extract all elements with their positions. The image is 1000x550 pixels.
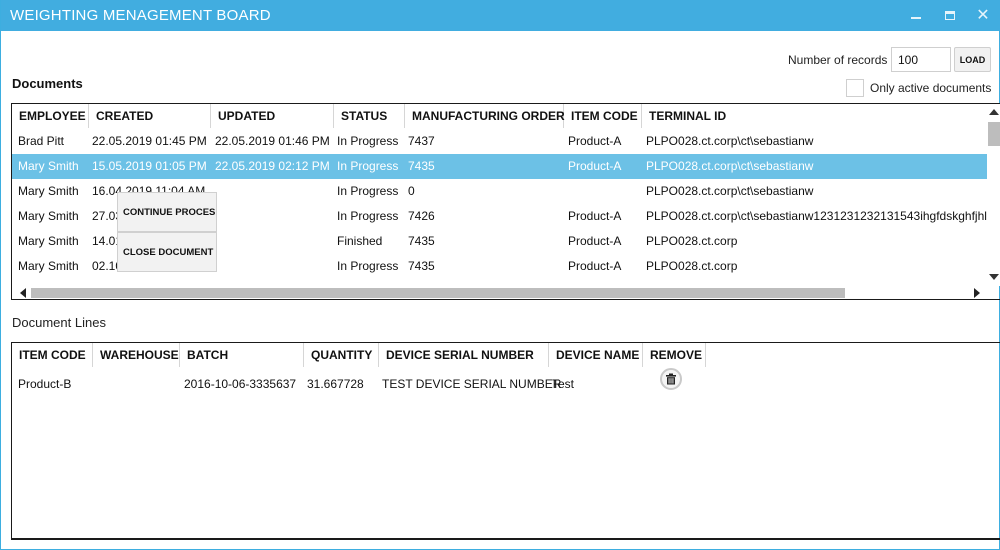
cell-status: In Progress	[337, 259, 399, 273]
column-header-status[interactable]: STATUS	[334, 104, 405, 128]
column-header-terminal-id[interactable]: TERMINAL ID	[642, 104, 942, 128]
maximize-icon	[945, 11, 955, 20]
scroll-up-arrow-icon[interactable]	[989, 109, 999, 115]
cell-order: 7426	[408, 209, 435, 223]
cell-status: In Progress	[337, 159, 399, 173]
documents-grid-header: EMPLOYEE CREATED UPDATED STATUS MANUFACT…	[12, 104, 987, 128]
records-input[interactable]	[891, 47, 951, 72]
load-button[interactable]: LOAD	[954, 47, 991, 72]
document-lines-grid: ITEM CODE WAREHOUSE BATCH QUANTITY DEVIC…	[11, 342, 1000, 540]
table-row[interactable]: Brad Pitt 22.05.2019 01:45 PM 22.05.2019…	[12, 129, 987, 154]
trash-icon	[666, 373, 676, 385]
column-header-updated[interactable]: UPDATED	[211, 104, 334, 128]
context-menu: CONTINUE PROCES CLOSE DOCUMENT	[117, 192, 217, 272]
vertical-scrollbar[interactable]	[987, 104, 1000, 286]
documents-heading: Documents	[12, 76, 83, 91]
cell-quantity: 31.667728	[307, 377, 364, 391]
column-header-created[interactable]: CREATED	[89, 104, 211, 128]
cell-status: In Progress	[337, 209, 399, 223]
title-bar[interactable]: WEIGHTING MENAGEMENT BOARD ✕	[1, 0, 1000, 31]
column-header-employee[interactable]: EMPLOYEE	[12, 104, 89, 128]
cell-employee: Mary Smith	[18, 234, 79, 248]
minimize-button[interactable]	[901, 0, 931, 31]
cell-employee: Mary Smith	[18, 259, 79, 273]
cell-status: Finished	[337, 234, 383, 248]
cell-order: 0	[408, 184, 415, 198]
column-header-remove[interactable]: REMOVE	[643, 343, 706, 367]
column-header-quantity[interactable]: QUANTITY	[304, 343, 379, 367]
cell-device-serial-number: TEST DEVICE SERIAL NUMBER	[382, 377, 562, 391]
column-header-device-name[interactable]: DEVICE NAME	[549, 343, 643, 367]
horizontal-scroll-thumb[interactable]	[31, 288, 845, 298]
cell-status: In Progress	[337, 134, 399, 148]
cell-order: 7435	[408, 159, 435, 173]
cell-device-name: Test	[552, 377, 575, 391]
cell-terminal-id: PLPO028.ct.corp	[646, 259, 738, 273]
cell-terminal-id: PLPO028.ct.corp	[646, 234, 738, 248]
document-lines-header: ITEM CODE WAREHOUSE BATCH QUANTITY DEVIC…	[12, 343, 1000, 367]
cell-item-code: Product-A	[568, 234, 622, 248]
cell-created: 15.05.2019 01:05 PM	[92, 159, 207, 173]
column-header-batch[interactable]: BATCH	[180, 343, 304, 367]
close-button[interactable]: ✕	[968, 0, 998, 31]
continue-process-menu-item[interactable]: CONTINUE PROCES	[117, 192, 217, 232]
cell-order: 7435	[408, 259, 435, 273]
cell-order: 7435	[408, 234, 435, 248]
cell-employee: Mary Smith	[18, 209, 79, 223]
scroll-right-arrow-icon[interactable]	[974, 288, 980, 298]
cell-terminal-id: PLPO028.ct.corp\ct\sebastianw	[646, 134, 814, 148]
cell-employee: Mary Smith	[18, 184, 79, 198]
cell-updated: 22.05.2019 01:46 PM	[215, 134, 330, 148]
cell-terminal-id: PLPO028.ct.corp\ct\sebastianw	[646, 159, 814, 173]
cell-employee: Brad Pitt	[18, 134, 65, 148]
maximize-button[interactable]	[935, 0, 965, 31]
only-active-checkbox[interactable]	[846, 79, 864, 97]
cell-status: In Progress	[337, 184, 399, 198]
minimize-icon	[911, 16, 921, 19]
cell-item-code: Product-A	[568, 159, 622, 173]
column-header-warehouse[interactable]: WAREHOUSE	[93, 343, 180, 367]
only-active-label: Only active documents	[870, 81, 992, 95]
cell-item-code: Product-A	[568, 259, 622, 273]
close-document-menu-item[interactable]: CLOSE DOCUMENT	[117, 232, 217, 272]
table-row[interactable]: Product-B 2016-10-06-3335637 31.667728 T…	[12, 368, 1000, 395]
vertical-scroll-thumb[interactable]	[988, 122, 1000, 146]
window-title: WEIGHTING MENAGEMENT BOARD	[10, 7, 271, 24]
cell-batch: 2016-10-06-3335637	[184, 377, 297, 391]
horizontal-scrollbar[interactable]	[12, 286, 987, 299]
table-row-selected[interactable]: Mary Smith 15.05.2019 01:05 PM 22.05.201…	[12, 154, 987, 179]
column-header-item-code[interactable]: ITEM CODE	[12, 343, 93, 367]
records-label: Number of records	[788, 53, 888, 67]
scroll-left-arrow-icon[interactable]	[20, 288, 26, 298]
column-header-item-code[interactable]: ITEM CODE	[564, 104, 642, 128]
remove-line-button[interactable]	[660, 368, 682, 390]
cell-created: 22.05.2019 01:45 PM	[92, 134, 207, 148]
cell-updated: 22.05.2019 02:12 PM	[215, 159, 330, 173]
cell-order: 7437	[408, 134, 435, 148]
cell-item-code: Product-A	[568, 134, 622, 148]
column-header-device-serial-number[interactable]: DEVICE SERIAL NUMBER	[379, 343, 549, 367]
close-icon: ✕	[976, 6, 990, 24]
document-lines-heading: Document Lines	[12, 315, 106, 330]
cell-item-code: Product-A	[568, 209, 622, 223]
scroll-down-arrow-icon[interactable]	[989, 274, 999, 280]
cell-item-code: Product-B	[18, 377, 72, 391]
cell-terminal-id: PLPO028.ct.corp\ct\sebastianw	[646, 184, 814, 198]
app-window: WEIGHTING MENAGEMENT BOARD ✕ Documents N…	[0, 0, 1000, 550]
column-header-manufacturing-order[interactable]: MANUFACTURING ORDER	[405, 104, 565, 128]
cell-terminal-id: PLPO028.ct.corp\ct\sebastianw12312312321…	[646, 209, 993, 223]
cell-employee: Mary Smith	[18, 159, 79, 173]
